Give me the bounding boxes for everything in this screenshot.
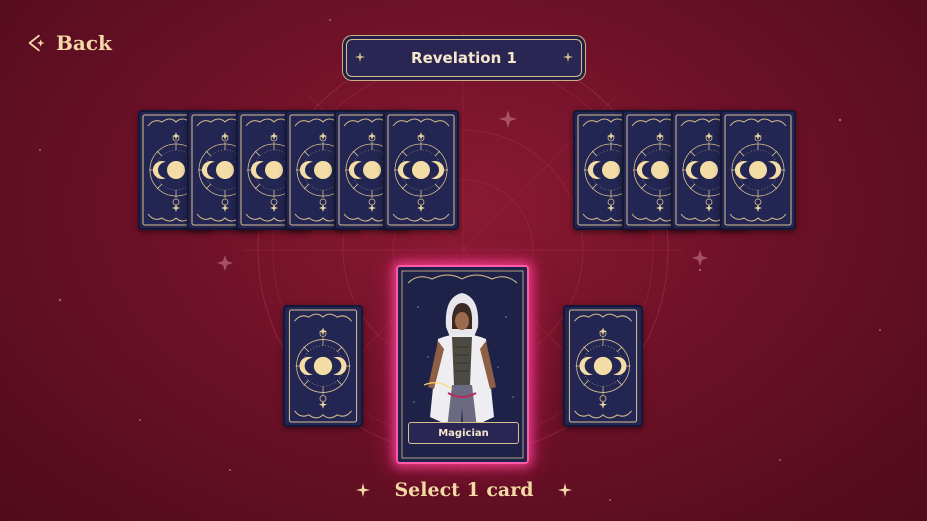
selected-card-magician[interactable]: Magician: [396, 265, 529, 464]
moon-phases-sun-icon: [722, 112, 794, 228]
moon-phases-sun-icon: [385, 112, 457, 228]
card-back-left-6[interactable]: [383, 110, 459, 230]
back-icon: [28, 34, 45, 52]
select-prompt-label: Select 1 card: [394, 479, 534, 501]
moon-phases-sun-icon: [285, 307, 361, 425]
card-back-bottom-right[interactable]: [563, 305, 643, 427]
select-prompt: Select 1 card: [356, 476, 572, 504]
card-back-right-4[interactable]: [720, 110, 796, 230]
card-name-plate: Magician: [408, 422, 519, 444]
card-name-label: Magician: [438, 427, 489, 439]
title-banner: Revelation 1: [346, 39, 582, 77]
sparkle-icon: [356, 483, 370, 497]
sparkle-icon: [563, 52, 573, 62]
page-title: Revelation 1: [411, 49, 517, 67]
sparkle-icon: [355, 52, 365, 62]
back-label: Back: [56, 31, 112, 55]
sparkle-icon: [558, 483, 572, 497]
back-button[interactable]: Back: [26, 28, 112, 58]
card-back-bottom-left[interactable]: [283, 305, 363, 427]
moon-phases-sun-icon: [565, 307, 641, 425]
